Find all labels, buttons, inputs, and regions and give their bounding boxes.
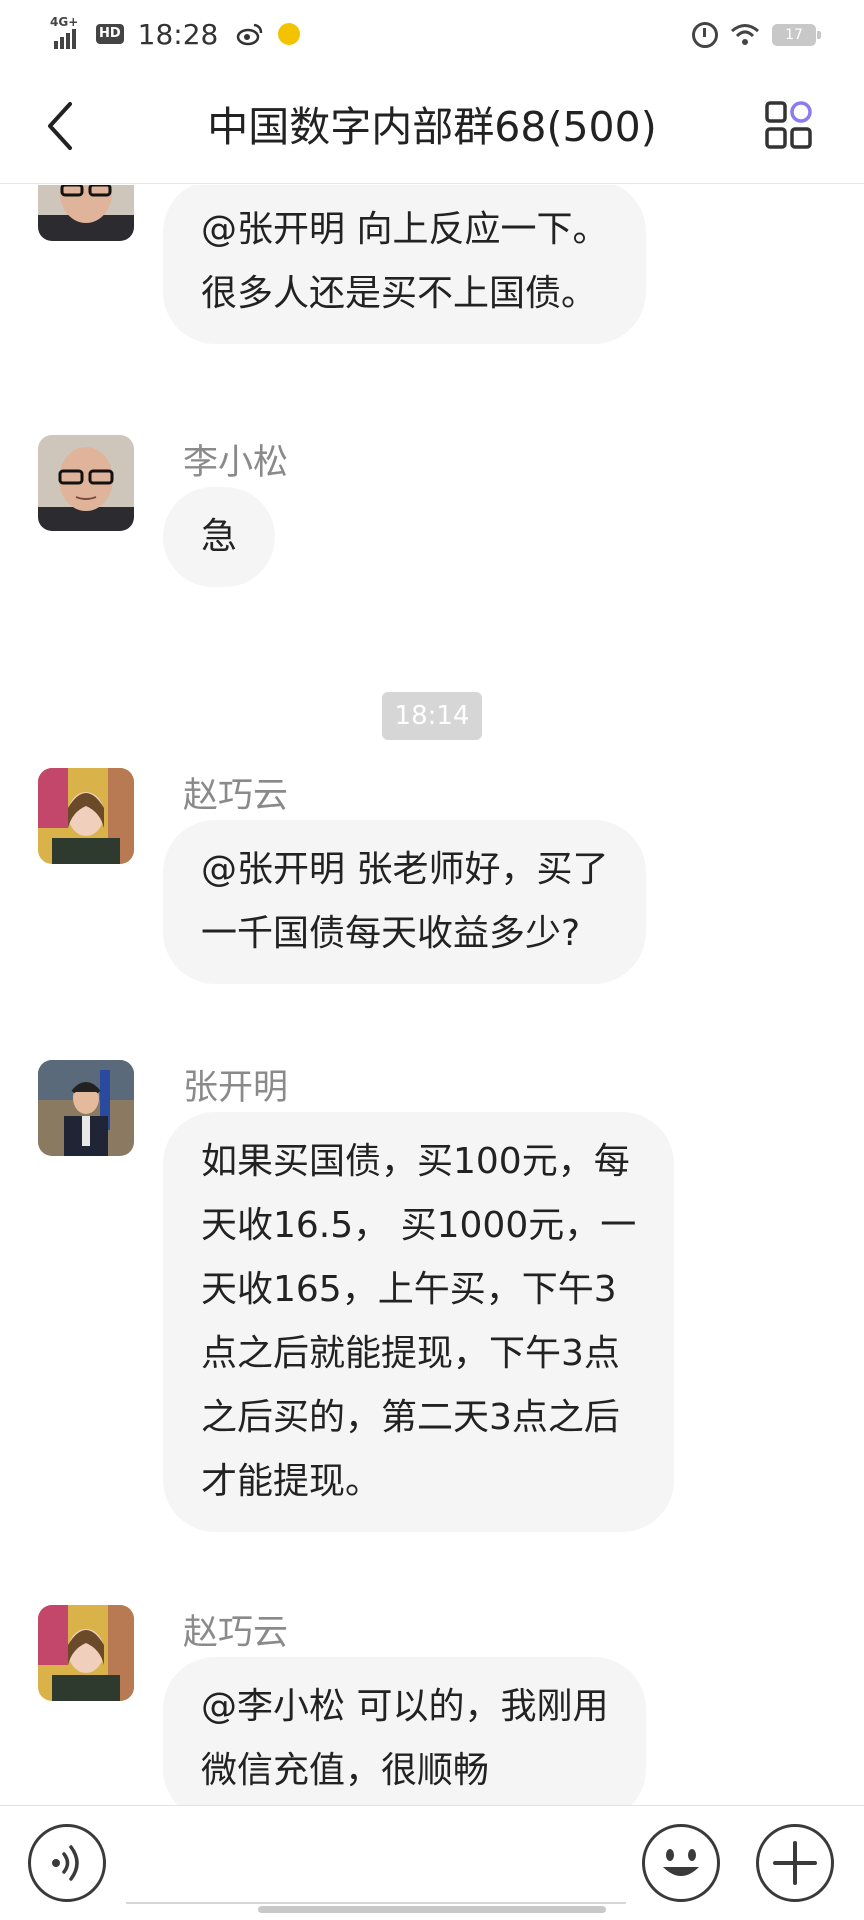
sender-name: 赵巧云 bbox=[183, 1613, 289, 1653]
wifi-icon bbox=[731, 24, 759, 45]
message-bubble[interactable]: @李小松 可以的，我刚用 微信充值，很顺畅 bbox=[163, 1657, 647, 1805]
avatar[interactable] bbox=[38, 435, 134, 531]
battery-level: 17 bbox=[772, 24, 821, 46]
avatar[interactable] bbox=[38, 1060, 134, 1156]
message-bubble[interactable]: 如果买国债，买100元，每 天收16.5， 买1000元，一 天收165，上午买… bbox=[163, 1112, 675, 1532]
sender-name: 李小松 bbox=[183, 443, 289, 483]
message-text: 才能提现。 bbox=[201, 1461, 382, 1502]
message-bubble[interactable]: @张开明 向上反应一下。 很多人还是买不上国债。 bbox=[163, 185, 647, 344]
message-text: 一千国债每天收益多少? bbox=[201, 913, 581, 954]
more-button[interactable] bbox=[756, 1824, 834, 1902]
hd-badge: HD bbox=[96, 24, 124, 44]
message-text: 很多人还是买不上国债。 bbox=[201, 273, 598, 314]
emoji-icon bbox=[663, 1849, 699, 1876]
message-text: 天收165，上午买，下午3 bbox=[201, 1269, 617, 1310]
message-text: @李小松 可以的，我刚用 bbox=[201, 1686, 609, 1727]
message-bubble[interactable]: @张开明 张老师好，买了 一千国债每天收益多少? bbox=[163, 820, 647, 984]
avatar[interactable] bbox=[38, 1605, 134, 1701]
status-time: 18:28 bbox=[137, 17, 219, 51]
message-text: 天收16.5， 买1000元，一 bbox=[201, 1205, 637, 1246]
time-divider: 18:14 bbox=[382, 692, 482, 740]
voice-icon bbox=[52, 1845, 79, 1881]
message-text: 点之后就能提现，下午3点 bbox=[201, 1333, 620, 1374]
message-text: 急 bbox=[201, 516, 238, 557]
message-input[interactable] bbox=[126, 1826, 626, 1904]
message-text: 如果买国债，买100元，每 bbox=[201, 1141, 630, 1182]
message-text: 之后买的，第二天3点之后 bbox=[201, 1397, 620, 1438]
message-text: 微信充值，很顺畅 bbox=[201, 1750, 490, 1791]
group-menu-button[interactable] bbox=[764, 100, 814, 150]
chat-title: 中国数字内部群68(500) bbox=[207, 103, 657, 151]
voice-button[interactable] bbox=[28, 1824, 106, 1902]
message-bubble[interactable]: 急 bbox=[163, 487, 276, 587]
home-indicator[interactable] bbox=[258, 1906, 606, 1913]
status-bar: 4G+ HD 18:28 17 bbox=[0, 0, 864, 70]
message-text: @张开明 张老师好，买了 bbox=[201, 849, 609, 890]
avatar[interactable] bbox=[38, 185, 134, 241]
avatar[interactable] bbox=[38, 768, 134, 864]
cellular-signal-icon: 4G+ bbox=[50, 15, 88, 49]
network-type: 4G+ bbox=[50, 15, 79, 29]
alarm-icon bbox=[692, 22, 718, 48]
message-text: @张开明 向上反应一下。 bbox=[201, 209, 609, 250]
group-menu-icon bbox=[765, 101, 812, 149]
sender-name: 赵巧云 bbox=[183, 776, 289, 816]
chat-header: 中国数字内部群68(500) bbox=[0, 70, 864, 184]
weibo-icon bbox=[237, 23, 263, 46]
sender-name: 张开明 bbox=[183, 1068, 289, 1108]
emoji-button[interactable] bbox=[642, 1824, 720, 1902]
notification-app-icon bbox=[278, 23, 301, 45]
message-list[interactable]: @张开明 向上反应一下。 很多人还是买不上国债。 李小松 急 18:14 赵巧云… bbox=[0, 185, 864, 1805]
message-input-bar bbox=[0, 1805, 864, 1920]
plus-icon bbox=[773, 1841, 817, 1885]
